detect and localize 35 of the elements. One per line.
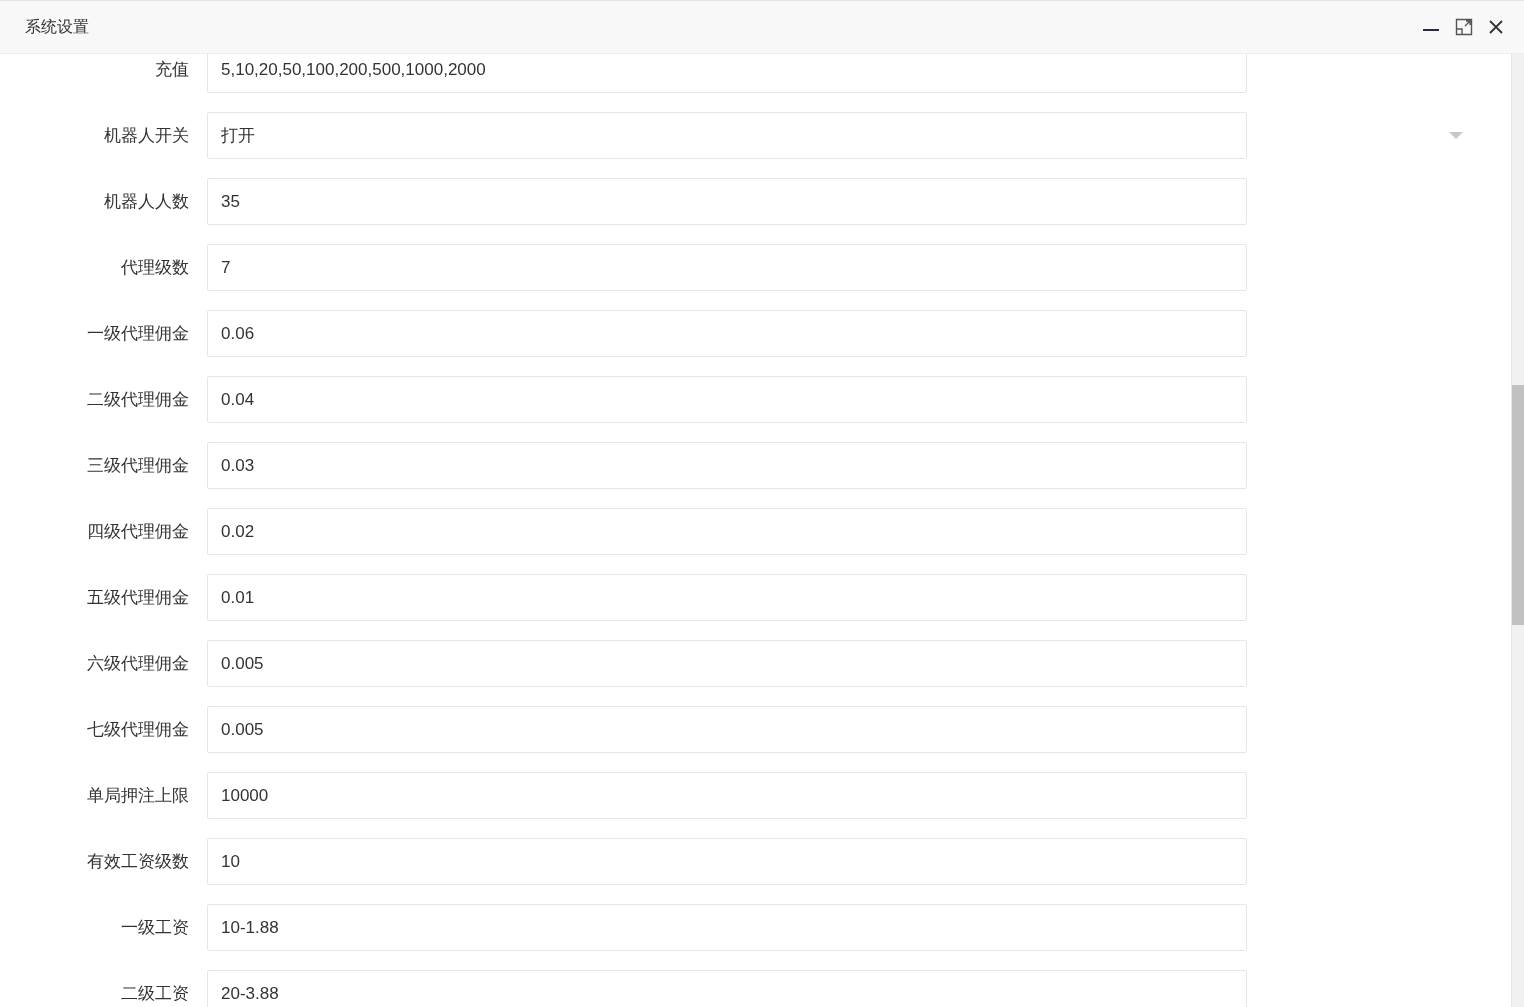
field-label: 五级代理佣金 [86, 587, 190, 609]
input-field[interactable]: 10 [207, 838, 1247, 885]
field-label: 六级代理佣金 [86, 653, 190, 675]
input-field[interactable]: 10000 [207, 772, 1247, 819]
close-icon[interactable] [1488, 19, 1504, 35]
scrollbar[interactable] [1511, 54, 1524, 1007]
input-field[interactable]: 10-1.88 [207, 904, 1247, 951]
field-label: 一级工资 [120, 917, 190, 939]
field-label: 二级工资 [120, 983, 190, 1005]
field-label: 四级代理佣金 [86, 521, 190, 543]
field-label: 三级代理佣金 [86, 455, 190, 477]
input-field[interactable]: 5,10,20,50,100,200,500,1000,2000 [207, 54, 1247, 93]
input-field[interactable]: 7 [207, 244, 1247, 291]
input-field[interactable]: 0.005 [207, 706, 1247, 753]
scrollbar-thumb[interactable] [1512, 385, 1524, 625]
input-field[interactable]: 20-3.88 [207, 970, 1247, 1007]
select-field[interactable]: 打开 [207, 112, 1247, 159]
input-field[interactable]: 0.03 [207, 442, 1247, 489]
field-label: 充值 [154, 59, 190, 81]
input-field[interactable]: 0.02 [207, 508, 1247, 555]
field-label: 二级代理佣金 [86, 389, 190, 411]
input-field[interactable]: 35 [207, 178, 1247, 225]
field-label: 机器人人数 [103, 191, 190, 213]
window-title: 系统设置 [25, 16, 89, 37]
input-field[interactable]: 0.01 [207, 574, 1247, 621]
input-field[interactable]: 0.04 [207, 376, 1247, 423]
field-label: 七级代理佣金 [86, 719, 190, 741]
field-label: 代理级数 [120, 257, 190, 279]
field-label: 单局押注上限 [86, 785, 190, 807]
maximize-icon[interactable] [1455, 18, 1473, 36]
input-field[interactable]: 0.005 [207, 640, 1247, 687]
input-field[interactable]: 0.06 [207, 310, 1247, 357]
field-label: 一级代理佣金 [86, 323, 190, 345]
field-label: 有效工资级数 [86, 851, 190, 873]
field-label: 机器人开关 [103, 125, 190, 147]
